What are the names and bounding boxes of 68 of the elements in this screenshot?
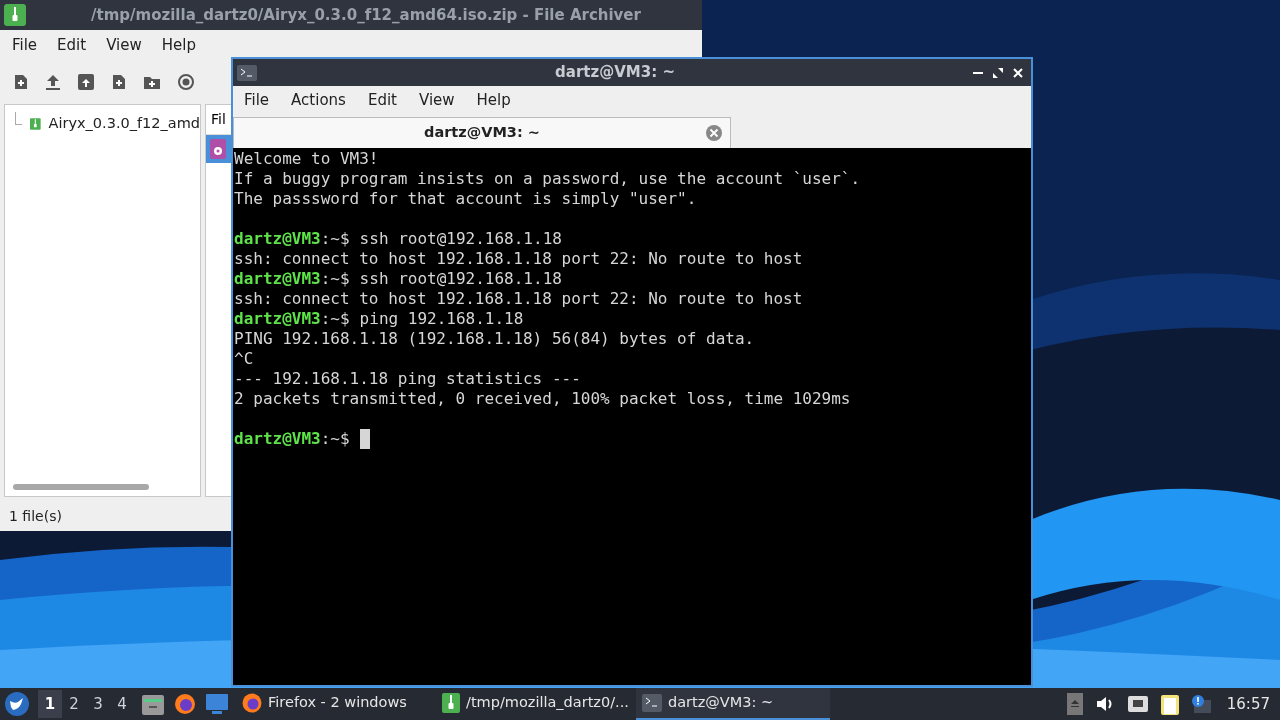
- terminal-output-line: The passsword for that account is simply "user".: [234, 189, 697, 209]
- browser-icon[interactable]: [174, 693, 196, 715]
- disc-file-icon: [210, 139, 226, 159]
- add-file-icon[interactable]: [14, 74, 28, 90]
- upload-icon[interactable]: [46, 74, 60, 90]
- terminal-output-line: PING 192.168.1.18 (192.168.1.18) 56(84) bytes of data.: [234, 329, 755, 349]
- taskbar-button[interactable]: /tmp/mozilla_dartz0/...: [436, 688, 636, 720]
- add-file-icon[interactable]: [112, 74, 126, 90]
- prompt-path: :~$: [320, 309, 350, 329]
- zip-icon: [4, 4, 26, 26]
- clipboard-icon[interactable]: [1160, 693, 1179, 715]
- window-title: dartz@VM3: ~: [554, 62, 676, 84]
- command-text: ssh root@192.168.1.18: [359, 269, 562, 289]
- taskbar-button[interactable]: dartz@VM3: ~: [636, 688, 830, 720]
- file-row[interactable]: [206, 135, 231, 163]
- menu-item[interactable]: File: [235, 89, 279, 112]
- terminal-output-line: ssh: connect to host 192.168.1.18 port 22: No route to host: [234, 249, 803, 269]
- column-header[interactable]: Fil: [211, 109, 226, 130]
- archive-icon[interactable]: [78, 74, 94, 90]
- menu-item[interactable]: View: [98, 33, 150, 57]
- terminal-output-line: Welcome to VM3!: [234, 149, 379, 169]
- terminal-output-line: --- 192.168.1.18 ping statistics ---: [234, 369, 581, 389]
- taskbar-button[interactable]: Firefox - 2 windows: [236, 688, 436, 720]
- workspace-button[interactable]: 4: [110, 690, 134, 718]
- prompt-path: :~$: [320, 229, 350, 249]
- menu-item[interactable]: Actions: [282, 89, 355, 112]
- scrollbar[interactable]: [13, 484, 149, 490]
- zip-icon: [442, 693, 460, 713]
- browser-icon: [242, 693, 262, 713]
- command-text: ping 192.168.1.18: [359, 309, 524, 329]
- menu-item[interactable]: Edit: [358, 89, 406, 112]
- menu-item[interactable]: File: [4, 33, 46, 57]
- notification-icon[interactable]: [1190, 694, 1211, 714]
- expand-tray-icon[interactable]: [1066, 693, 1083, 715]
- window-title: /tmp/mozilla_dartz0/Airyx_0.3.0_f12_amd64.iso.zip - File Archiver: [90, 4, 642, 26]
- terminal-output-line: If a buggy program insists on a password, use the account `user`.: [234, 169, 861, 189]
- network-icon[interactable]: [1126, 695, 1149, 713]
- prompt-path: :~$: [320, 269, 350, 289]
- terminal-output-line: 2 packets transmitted, 0 received, 100% packet loss, time 1029ms: [234, 389, 851, 409]
- bird-icon[interactable]: [4, 691, 30, 717]
- menu-item[interactable]: Help: [467, 89, 520, 112]
- workspace-button[interactable]: 1: [38, 690, 62, 718]
- prompt-user: dartz@VM3: [234, 429, 321, 449]
- workspace-button[interactable]: 2: [62, 690, 86, 718]
- menu-item[interactable]: View: [409, 89, 464, 112]
- terminal-output-line: ^C: [234, 349, 254, 369]
- prompt-user: dartz@VM3: [234, 309, 321, 329]
- menu-item[interactable]: Edit: [49, 33, 95, 57]
- prompt-path: :~$: [320, 429, 350, 449]
- monitor-icon[interactable]: [206, 694, 228, 714]
- disc-icon[interactable]: [178, 74, 194, 90]
- prompt-user: dartz@VM3: [234, 269, 321, 289]
- tree-item[interactable]: Airyx_0.3.0_f12_amd: [5, 111, 200, 137]
- prompt-user: dartz@VM3: [234, 229, 321, 249]
- status-text: 1 file(s): [9, 506, 62, 526]
- close-icon[interactable]: [1013, 67, 1023, 78]
- terminal-output-line: ssh: connect to host 192.168.1.18 port 22: No route to host: [234, 289, 803, 309]
- close-tab-icon[interactable]: [705, 124, 723, 142]
- clock[interactable]: 16:57: [1226, 692, 1270, 716]
- workspace-button[interactable]: 3: [86, 690, 110, 718]
- add-folder-icon[interactable]: [144, 75, 160, 89]
- command-text: ssh root@192.168.1.18: [359, 229, 562, 249]
- terminal-tab[interactable]: dartz@VM3: ~: [233, 117, 731, 148]
- menu-item[interactable]: Help: [153, 33, 204, 57]
- terminal-icon: [237, 64, 257, 81]
- terminal-icon: [642, 694, 662, 712]
- maximize-icon[interactable]: [993, 67, 1003, 78]
- file-cabinet-icon[interactable]: [142, 693, 164, 715]
